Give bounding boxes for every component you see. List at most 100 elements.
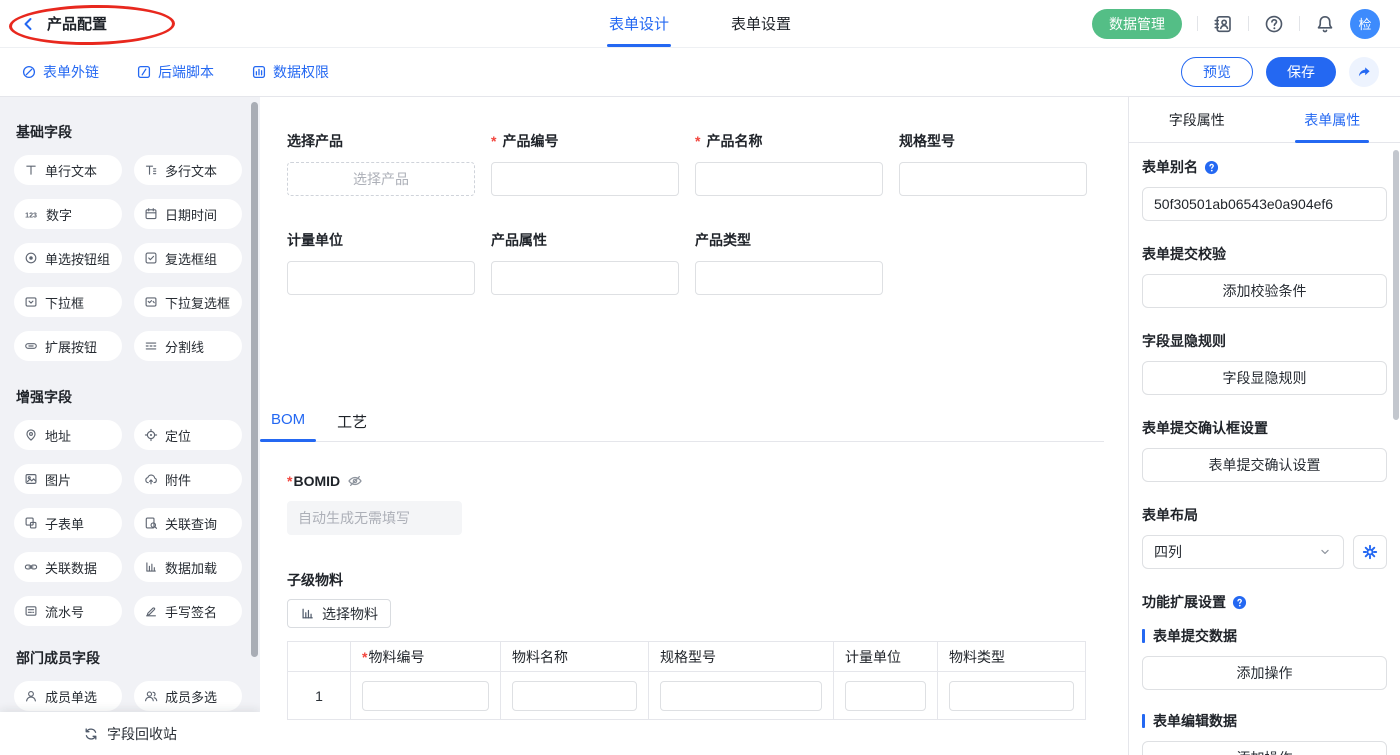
select-material-button[interactable]: 选择物料: [287, 599, 391, 628]
image-icon: [24, 472, 38, 486]
sidebar-field-single-line-text[interactable]: 单行文本: [14, 155, 122, 185]
relation-query-icon: [144, 516, 158, 530]
data-permission-link[interactable]: 数据权限: [251, 62, 329, 82]
form-layout-select[interactable]: 四列: [1142, 535, 1344, 569]
sidebar-field-radio-group[interactable]: 单选按钮组: [14, 243, 122, 273]
form-toolbar: 表单外链 后端脚本 数据权限 预览 保存: [0, 48, 1400, 97]
sidebar-field-divider-line[interactable]: 分割线: [134, 331, 242, 361]
bomid-input[interactable]: [287, 501, 462, 535]
sidebar-field-subform[interactable]: 子表单: [14, 508, 122, 538]
single-line-text-icon: [24, 163, 38, 177]
tab-field-properties[interactable]: 字段属性: [1129, 97, 1265, 142]
sidebar-field-relation-data[interactable]: 关联数据: [14, 552, 122, 582]
sidebar-field-datetime[interactable]: 日期时间: [134, 199, 242, 229]
required-asterisk: *: [491, 133, 496, 149]
tab-process[interactable]: 工艺: [335, 411, 369, 441]
sidebar-field-image[interactable]: 图片: [14, 464, 122, 494]
required-asterisk: *: [287, 473, 292, 489]
sidebar-field-locate[interactable]: 定位: [134, 420, 242, 450]
add-edit-action-button[interactable]: 添加操作: [1142, 741, 1387, 755]
sidebar-scrollbar[interactable]: [251, 102, 258, 657]
product-name-input[interactable]: [695, 162, 883, 196]
product-code-input[interactable]: [491, 162, 679, 196]
question-circle-icon[interactable]: [1204, 160, 1219, 175]
field-product-type[interactable]: 产品类型: [695, 230, 883, 295]
preview-button[interactable]: 预览: [1181, 57, 1253, 87]
form-external-link[interactable]: 表单外链: [21, 62, 99, 82]
table-row: 1: [288, 672, 1086, 720]
form-submit-data-title: 表单提交数据: [1142, 626, 1387, 646]
blue-bar: [1142, 629, 1145, 643]
sidebar-field-member-single[interactable]: 成员单选: [14, 681, 122, 711]
sidebar-field-signature[interactable]: 手写签名: [134, 596, 242, 626]
subform-icon: [24, 516, 38, 530]
sidebar-field-address[interactable]: 地址: [14, 420, 122, 450]
sidebar-field-number[interactable]: 数字: [14, 199, 122, 229]
eye-invisible-icon[interactable]: [347, 473, 363, 489]
sidebar-field-attachment[interactable]: 附件: [134, 464, 242, 494]
layout-settings-button[interactable]: [1353, 535, 1387, 569]
field-recycle-bin[interactable]: 字段回收站: [0, 712, 260, 755]
divider: [1197, 16, 1198, 31]
tab-form-properties[interactable]: 表单属性: [1265, 97, 1400, 142]
data-manage-button[interactable]: 数据管理: [1092, 9, 1182, 39]
properties-tabs: 字段属性 表单属性: [1129, 97, 1400, 143]
field-product-name[interactable]: *产品名称: [695, 131, 883, 196]
unit-cell-input[interactable]: [845, 681, 926, 711]
share-arrow-icon: [1356, 64, 1372, 80]
field-bomid[interactable]: *BOMID: [287, 473, 1128, 535]
submit-confirm-setting-heading: 表单提交确认框设置: [1142, 418, 1387, 438]
field-visibility-rules-button[interactable]: 字段显隐规则: [1142, 361, 1387, 395]
contacts-book-button[interactable]: [1213, 14, 1233, 34]
sidebar-field-dropdown[interactable]: 下拉框: [14, 287, 122, 317]
question-circle-icon[interactable]: [1232, 595, 1247, 610]
field-select-product[interactable]: 选择产品: [287, 131, 475, 196]
add-submit-action-button[interactable]: 添加操作: [1142, 656, 1387, 690]
sidebar-field-multi-line-text[interactable]: 多行文本: [134, 155, 242, 185]
submit-confirm-setting-button[interactable]: 表单提交确认设置: [1142, 448, 1387, 482]
tab-bom[interactable]: BOM: [269, 411, 307, 441]
serial-number-icon: [24, 604, 38, 618]
required-asterisk: *: [362, 649, 367, 665]
save-button[interactable]: 保存: [1266, 57, 1336, 87]
avatar[interactable]: 检: [1350, 9, 1380, 39]
field-palette-sidebar: 基础字段 单行文本 多行文本 数字 日期时间 单选按钮组 复选框组 下拉框 下拉…: [0, 97, 260, 755]
field-unit[interactable]: 计量单位: [287, 230, 475, 295]
product-type-input[interactable]: [695, 261, 883, 295]
sidebar-field-checkbox-group[interactable]: 复选框组: [134, 243, 242, 273]
add-validation-button[interactable]: 添加校验条件: [1142, 274, 1387, 308]
tab-form-settings[interactable]: 表单设置: [731, 0, 791, 47]
child-material-table: *物料编号 物料名称 规格型号 计量单位 物料类型 1: [287, 641, 1086, 720]
back-button[interactable]: [20, 16, 36, 32]
material-type-input[interactable]: [949, 681, 1074, 711]
field-spec-model[interactable]: 规格型号: [899, 131, 1087, 196]
attachment-icon: [144, 472, 158, 486]
notification-button[interactable]: [1315, 14, 1335, 34]
sidebar-field-extend-button[interactable]: 扩展按钮: [14, 331, 122, 361]
relation-data-icon: [24, 560, 38, 574]
unit-input[interactable]: [287, 261, 475, 295]
tab-form-design[interactable]: 表单设计: [609, 0, 669, 47]
sidebar-field-dropdown-multi[interactable]: 下拉复选框: [134, 287, 242, 317]
material-name-input[interactable]: [512, 681, 637, 711]
spec-model-input[interactable]: [899, 162, 1087, 196]
help-button[interactable]: [1264, 14, 1284, 34]
form-alias-input[interactable]: [1142, 187, 1387, 221]
number-icon: [24, 207, 39, 222]
member-single-icon: [24, 689, 38, 703]
material-code-input[interactable]: [362, 681, 489, 711]
sidebar-field-data-load[interactable]: 数据加载: [134, 552, 242, 582]
select-product-input[interactable]: [287, 162, 475, 196]
dropdown-icon: [24, 295, 38, 309]
sidebar-field-member-multi[interactable]: 成员多选: [134, 681, 242, 711]
field-product-attribute[interactable]: 产品属性: [491, 230, 679, 295]
sidebar-field-relation-query[interactable]: 关联查询: [134, 508, 242, 538]
sidebar-field-serial-number[interactable]: 流水号: [14, 596, 122, 626]
backend-script-link[interactable]: 后端脚本: [136, 62, 214, 82]
panel-scrollbar[interactable]: [1393, 150, 1399, 420]
divider: [1299, 16, 1300, 31]
share-button[interactable]: [1349, 57, 1379, 87]
product-attribute-input[interactable]: [491, 261, 679, 295]
field-product-code[interactable]: *产品编号: [491, 131, 679, 196]
spec-model-cell-input[interactable]: [660, 681, 822, 711]
